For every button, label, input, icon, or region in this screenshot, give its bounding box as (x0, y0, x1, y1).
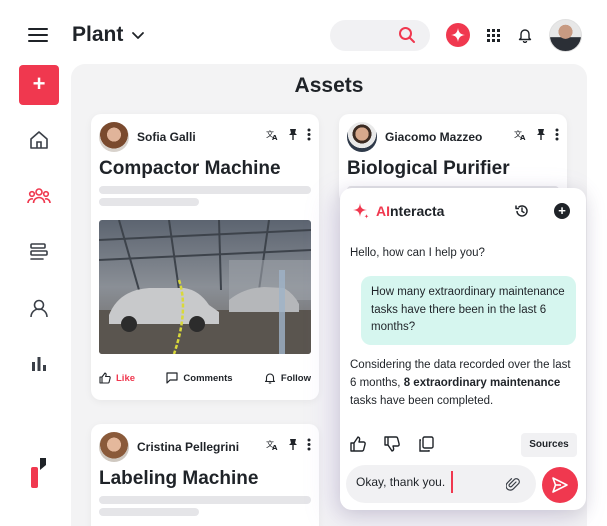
card-title: Compactor Machine (99, 158, 281, 179)
avatar (347, 122, 377, 152)
copy-icon[interactable] (418, 436, 434, 452)
analytics-icon[interactable] (27, 352, 51, 376)
text-placeholder (99, 186, 311, 194)
search-icon[interactable] (398, 26, 416, 44)
ai-name: AInteracta (376, 203, 445, 219)
text-caret (451, 471, 453, 493)
person-icon[interactable] (27, 296, 51, 320)
pin-icon[interactable] (288, 438, 298, 451)
author-name: Cristina Pellegrini (137, 440, 240, 454)
comments-label: Comments (183, 372, 233, 384)
thumb-up-icon[interactable] (350, 436, 366, 452)
factory-photo[interactable] (99, 220, 311, 354)
svg-text:A: A (520, 134, 526, 141)
send-icon (552, 477, 568, 493)
user-avatar[interactable] (549, 19, 582, 52)
thumb-down-icon[interactable] (384, 436, 400, 452)
card-author: Cristina Pellegrini (99, 432, 239, 462)
more-vertical-icon[interactable] (555, 128, 559, 141)
attachment-icon[interactable] (506, 476, 520, 492)
bell-icon[interactable] (518, 27, 532, 43)
add-button[interactable]: + (19, 65, 59, 105)
author-name: Giacomo Mazzeo (385, 130, 483, 144)
search-input[interactable] (330, 20, 430, 51)
sidebar: + (0, 60, 70, 526)
assistant-reply: Considering the data recorded over the l… (350, 359, 571, 407)
translate-icon[interactable]: 文A (266, 438, 279, 451)
page-title: Assets (294, 74, 364, 97)
more-vertical-icon[interactable] (307, 438, 311, 451)
user-message: How many extraordinary maintenance tasks… (361, 276, 576, 345)
top-header: Plant (0, 0, 607, 70)
more-vertical-icon[interactable] (307, 128, 311, 141)
history-icon[interactable] (514, 203, 530, 219)
reply-actions (350, 436, 434, 452)
author-name: Sofia Galli (137, 130, 196, 144)
translate-icon[interactable]: 文A (514, 128, 527, 141)
new-chat-button[interactable]: + (554, 203, 570, 219)
asset-card[interactable]: Cristina Pellegrini 文A Labeling Machine (91, 424, 319, 526)
plant-title[interactable]: Plant (72, 23, 123, 47)
text-placeholder (99, 496, 311, 504)
avatar (99, 122, 129, 152)
card-footer: Like Comments Follow (99, 372, 311, 384)
comment-icon (166, 372, 179, 384)
thumb-up-icon (99, 372, 111, 384)
assets-icon[interactable] (27, 240, 51, 264)
follow-button[interactable]: Follow (264, 372, 311, 384)
ai-sparkle-icon (451, 28, 465, 42)
ai-assistant-button[interactable] (446, 23, 470, 47)
send-button[interactable] (542, 467, 578, 503)
bell-icon (264, 373, 275, 384)
app-root: Plant + Assets Sofia Galli 文A Compactor … (0, 0, 607, 526)
text-placeholder (99, 198, 199, 206)
pin-icon[interactable] (288, 128, 298, 141)
asset-card[interactable]: Sofia Galli 文A Compactor Machine Like Co… (91, 114, 319, 400)
card-actions: 文A (514, 128, 559, 141)
menu-icon[interactable] (28, 28, 48, 44)
like-button[interactable]: Like (99, 372, 135, 384)
card-title: Biological Purifier (347, 158, 510, 179)
apps-grid-icon[interactable] (487, 29, 500, 42)
brand-logo (31, 458, 46, 488)
like-label: Like (116, 372, 136, 384)
translate-icon[interactable]: 文A (266, 128, 279, 141)
svg-text:A: A (272, 134, 278, 141)
comments-button[interactable]: Comments (166, 372, 233, 384)
assistant-greeting: Hello, how can I help you? (350, 247, 485, 259)
card-actions: 文A (266, 438, 311, 451)
chevron-down-icon[interactable] (131, 28, 145, 42)
ai-header: AInteracta (352, 202, 444, 220)
card-title: Labeling Machine (99, 468, 259, 489)
chat-input-field[interactable] (346, 465, 536, 503)
card-actions: 文A (266, 128, 311, 141)
sources-button[interactable]: Sources (521, 433, 577, 457)
ai-sparkle-icon (353, 203, 369, 219)
team-icon[interactable] (27, 184, 51, 208)
chat-input[interactable] (356, 475, 506, 489)
card-author: Giacomo Mazzeo (347, 122, 482, 152)
follow-label: Follow (280, 372, 311, 384)
avatar (99, 432, 129, 462)
svg-text:A: A (272, 444, 278, 451)
pin-icon[interactable] (536, 128, 546, 141)
card-author: Sofia Galli (99, 122, 196, 152)
ai-assistant-panel: AInteracta + Hello, how can I help you? … (340, 188, 586, 510)
text-placeholder (99, 508, 199, 516)
home-icon[interactable] (27, 128, 51, 152)
